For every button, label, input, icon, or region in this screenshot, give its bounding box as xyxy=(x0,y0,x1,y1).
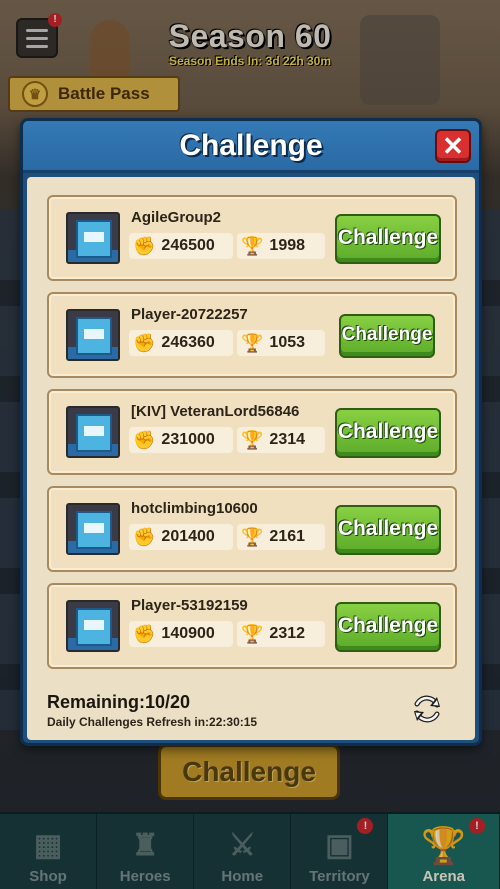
opponent-row: Player-20722257 ✊ 246360 🏆 1053 Challeng… xyxy=(47,292,457,378)
trophy-icon: 🏆 xyxy=(241,430,264,450)
fist-power-icon: ✊ xyxy=(133,527,156,547)
fist-power-icon: ✊ xyxy=(133,624,156,644)
refresh-icon xyxy=(414,695,440,723)
opponent-row: hotclimbing10600 ✊ 201400 🏆 2161 Challen… xyxy=(47,486,457,572)
player-name: AgileGroup2 xyxy=(131,209,222,226)
power-value: 246500 xyxy=(161,237,215,254)
player-avatar xyxy=(66,309,120,361)
power-stat: ✊ 140900 xyxy=(129,621,233,647)
trophy-icon: 🏆 xyxy=(241,527,264,547)
player-avatar xyxy=(66,212,120,264)
power-stat: ✊ 231000 xyxy=(129,427,233,453)
opponent-row: [KIV] VeteranLord56846 ✊ 231000 🏆 2314 C… xyxy=(47,389,457,475)
close-button[interactable]: ✕ xyxy=(435,129,471,163)
player-avatar xyxy=(66,600,120,652)
opponent-list: AgileGroup2 ✊ 246500 🏆 1998 Challenge Pl… xyxy=(27,177,475,740)
trophy-value: 2312 xyxy=(269,625,306,642)
challenge-button[interactable]: Challenge xyxy=(339,314,435,358)
power-value: 201400 xyxy=(161,528,215,545)
trophy-stat: 🏆 1998 xyxy=(237,233,325,259)
trophy-icon: 🏆 xyxy=(241,624,264,644)
player-name: hotclimbing10600 xyxy=(131,500,258,517)
challenge-button[interactable]: Challenge xyxy=(335,602,441,652)
trophy-icon: 🏆 xyxy=(241,333,264,353)
fist-power-icon: ✊ xyxy=(133,430,156,450)
refresh-countdown: Daily Challenges Refresh in:22:30:15 xyxy=(47,715,258,729)
power-value: 246360 xyxy=(161,334,215,351)
trophy-icon: 🏆 xyxy=(241,236,264,256)
fist-power-icon: ✊ xyxy=(133,333,156,353)
power-stat: ✊ 201400 xyxy=(129,524,233,550)
challenge-dialog: Challenge ✕ AgileGroup2 ✊ 246500 🏆 1998 … xyxy=(20,118,482,746)
dialog-title: Challenge xyxy=(179,129,323,162)
power-value: 140900 xyxy=(161,625,215,642)
fist-power-icon: ✊ xyxy=(133,236,156,256)
trophy-value: 2161 xyxy=(269,528,306,545)
power-stat: ✊ 246360 xyxy=(129,330,233,356)
trophy-value: 1998 xyxy=(269,237,306,254)
player-avatar xyxy=(66,503,120,555)
trophy-value: 1053 xyxy=(269,334,306,351)
player-name: Player-53192159 xyxy=(131,597,248,614)
trophy-stat: 🏆 2314 xyxy=(237,427,325,453)
challenge-button[interactable]: Challenge xyxy=(335,408,441,458)
trophy-stat: 🏆 2312 xyxy=(237,621,325,647)
power-value: 231000 xyxy=(161,431,215,448)
player-name: Player-20722257 xyxy=(131,306,248,323)
opponent-row: AgileGroup2 ✊ 246500 🏆 1998 Challenge xyxy=(47,195,457,281)
power-stat: ✊ 246500 xyxy=(129,233,233,259)
dialog-header: Challenge ✕ xyxy=(23,121,479,173)
trophy-stat: 🏆 1053 xyxy=(237,330,325,356)
close-icon: ✕ xyxy=(442,131,464,161)
challenge-button[interactable]: Challenge xyxy=(335,214,441,264)
player-avatar xyxy=(66,406,120,458)
opponent-row: Player-53192159 ✊ 140900 🏆 2312 Challeng… xyxy=(47,583,457,669)
remaining-challenges: Remaining:10/20 xyxy=(47,692,191,712)
trophy-stat: 🏆 2161 xyxy=(237,524,325,550)
player-name: [KIV] VeteranLord56846 xyxy=(131,403,300,420)
refresh-button[interactable] xyxy=(409,691,445,727)
trophy-value: 2314 xyxy=(269,431,306,448)
challenge-button[interactable]: Challenge xyxy=(335,505,441,555)
